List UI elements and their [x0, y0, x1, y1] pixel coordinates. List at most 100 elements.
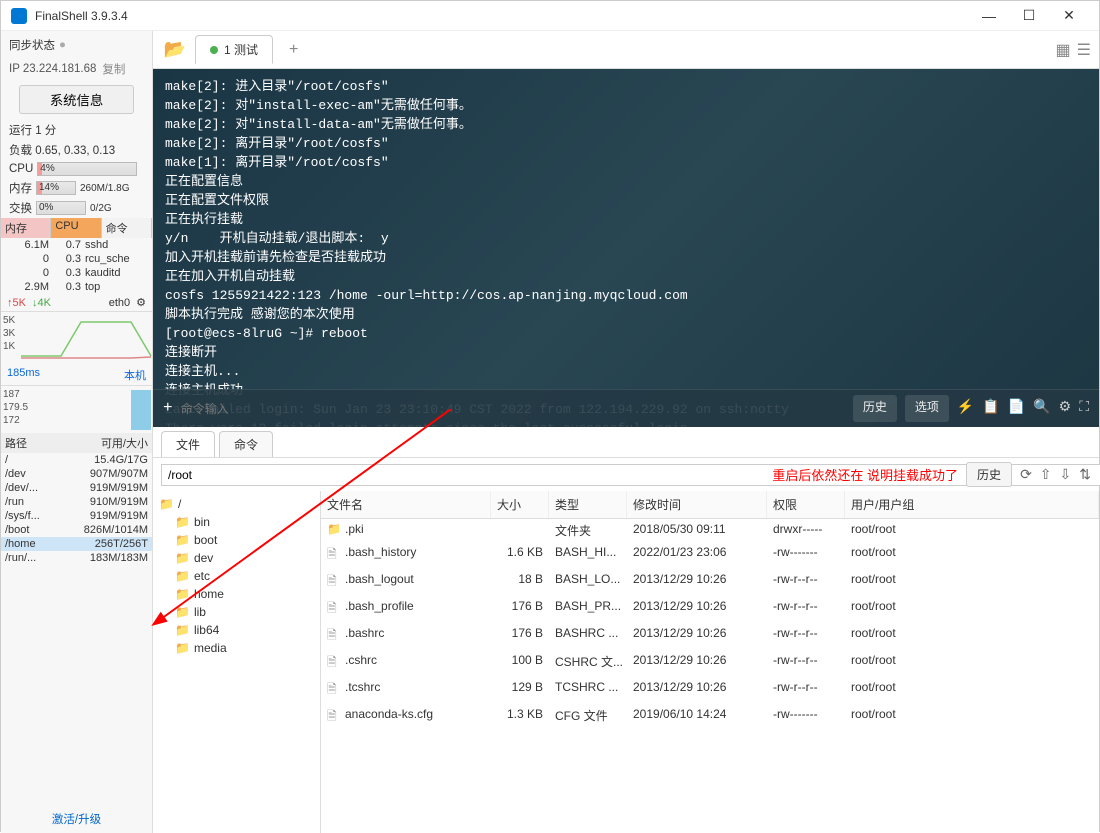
main-panel: 📂 1 测试 + ▦ ☰ make[2]: 进入目录"/root/cosfs"ma…	[153, 31, 1099, 833]
net-settings-icon[interactable]: ⚙	[136, 296, 146, 309]
file-row[interactable]: 🗎.bash_profile176 BBASH_PR...2013/12/29 …	[321, 596, 1099, 623]
file-row[interactable]: 🗎.cshrc100 BCSHRC 文...2013/12/29 10:26-r…	[321, 650, 1099, 677]
tree-node[interactable]: 📁dev	[157, 549, 316, 567]
disk-row[interactable]: /home256T/256T	[1, 537, 152, 551]
file-row[interactable]: 🗎anaconda-ks.cfg1.3 KBCFG 文件2019/06/10 1…	[321, 704, 1099, 731]
disk-row[interactable]: /dev/...919M/919M	[1, 481, 152, 495]
close-button[interactable]: ✕	[1049, 2, 1089, 30]
folder-icon: 📁	[175, 515, 190, 529]
files-tab[interactable]: 文件	[161, 431, 215, 457]
disk-list[interactable]: /15.4G/17G/dev907M/907M/dev/...919M/919M…	[1, 453, 152, 565]
tree-node[interactable]: 📁home	[157, 585, 316, 603]
file-icon: 🗎	[321, 544, 339, 567]
titlebar: FinalShell 3.9.3.4 — ☐ ✕	[1, 1, 1099, 31]
folder-icon: 📁	[175, 551, 190, 565]
folder-icon: 📁	[175, 533, 190, 547]
load-avg: 负载 0.65, 0.33, 0.13	[1, 140, 152, 160]
new-tab-button[interactable]: +	[279, 36, 308, 64]
window-title: FinalShell 3.9.3.4	[35, 9, 969, 23]
paste-icon[interactable]: 📄	[1008, 399, 1025, 418]
grid-view-icon[interactable]: ▦	[1056, 40, 1071, 60]
file-row[interactable]: 🗎.tcshrc129 BTCSHRC ...2013/12/29 10:26-…	[321, 677, 1099, 704]
disk-row[interactable]: /boot826M/1014M	[1, 523, 152, 537]
mem-row: 内存 14% 260M/1.8G	[1, 178, 152, 198]
file-row[interactable]: 📁.pki文件夹2018/05/30 09:11drwxr-----root/r…	[321, 519, 1099, 542]
terminal-toolbar: + 历史 选项 ⚡ 📋 📄 🔍 ⚙ ⛶	[153, 389, 1099, 427]
file-row[interactable]: 🗎.bash_logout18 BBASH_LO...2013/12/29 10…	[321, 569, 1099, 596]
file-icon: 🗎	[321, 625, 339, 648]
file-browser: 📁/ 📁bin📁boot📁dev📁etc📁home📁lib📁lib64📁medi…	[153, 491, 1099, 833]
folder-icon: 📁	[175, 605, 190, 619]
net-row: ↑5K↓4Keth0⚙	[1, 294, 152, 311]
bolt-icon[interactable]: ⚡	[957, 399, 974, 418]
process-row[interactable]: 6.1M0.7sshd	[1, 238, 152, 252]
tree-node[interactable]: 📁lib	[157, 603, 316, 621]
terminal[interactable]: make[2]: 进入目录"/root/cosfs"make[2]: 对"ins…	[153, 69, 1099, 427]
disk-row[interactable]: /sys/f...919M/919M	[1, 509, 152, 523]
folder-icon: 📁	[159, 497, 174, 511]
options-button[interactable]: 选项	[905, 395, 949, 422]
process-row[interactable]: 00.3rcu_sche	[1, 252, 152, 266]
refresh-icon[interactable]: ⟳	[1020, 466, 1032, 483]
process-row[interactable]: 00.3kauditd	[1, 266, 152, 280]
process-table[interactable]: 6.1M0.7sshd00.3rcu_sche00.3kauditd2.9M0.…	[1, 238, 152, 294]
upload-icon[interactable]: ⇧	[1040, 466, 1052, 483]
disk-row[interactable]: /run910M/919M	[1, 495, 152, 509]
tree-node[interactable]: 📁lib64	[157, 621, 316, 639]
folder-icon: 📁	[175, 569, 190, 583]
ping-chart: 187179.5172	[1, 385, 152, 433]
copy-ip[interactable]: 复制	[102, 61, 125, 77]
path-history-button[interactable]: 历史	[966, 462, 1012, 487]
path-row: 重启后依然还在 说明挂载成功了 历史 ⟳ ⇧ ⇩ ⇅	[153, 458, 1099, 491]
app-icon	[11, 8, 27, 24]
search-icon[interactable]: 🔍	[1033, 399, 1050, 418]
folder-icon: 📁	[175, 623, 190, 637]
minimize-button[interactable]: —	[969, 2, 1009, 30]
disk-header: 路径可用/大小	[1, 433, 152, 453]
maximize-button[interactable]: ☐	[1009, 2, 1049, 30]
system-info-button[interactable]: 系统信息	[19, 85, 134, 114]
sync-status: 同步状态 ●	[1, 31, 152, 59]
file-icon: 🗎	[321, 652, 339, 675]
open-folder-button[interactable]: 📂	[161, 36, 189, 64]
tree-root[interactable]: 📁/	[157, 495, 316, 513]
status-dot-icon	[210, 46, 218, 54]
add-command-icon[interactable]: +	[163, 399, 173, 418]
ping-row: 185ms本机	[1, 365, 152, 385]
bottom-tabs: 文件 命令	[153, 427, 1099, 458]
activate-link[interactable]: 激活/升级	[1, 805, 152, 833]
path-input[interactable]	[161, 464, 1100, 486]
net-chart: 5K3K1K	[1, 311, 152, 365]
file-list-header[interactable]: 文件名大小类型修改时间权限用户/用户组	[321, 491, 1099, 519]
tree-node[interactable]: 📁etc	[157, 567, 316, 585]
ip-row: IP 23.224.181.68复制	[1, 59, 152, 79]
transfer-icon[interactable]: ⇅	[1079, 466, 1091, 483]
tab-strip: 📂 1 测试 + ▦ ☰	[153, 31, 1099, 69]
disk-row[interactable]: /dev907M/907M	[1, 467, 152, 481]
download-icon[interactable]: ⇩	[1060, 466, 1072, 483]
command-input[interactable]	[181, 402, 845, 416]
copy-icon[interactable]: 📋	[982, 399, 999, 418]
tree-node[interactable]: 📁media	[157, 639, 316, 657]
tree-node[interactable]: 📁boot	[157, 531, 316, 549]
file-icon: 🗎	[321, 598, 339, 621]
disk-row[interactable]: /15.4G/17G	[1, 453, 152, 467]
process-row[interactable]: 2.9M0.3top	[1, 280, 152, 294]
cpu-row: CPU 4%	[1, 160, 152, 178]
file-row[interactable]: 🗎.bashrc176 BBASHRC ...2013/12/29 10:26-…	[321, 623, 1099, 650]
fullscreen-icon[interactable]: ⛶	[1079, 399, 1089, 418]
file-icon: 🗎	[321, 679, 339, 702]
folder-icon: 📁	[175, 587, 190, 601]
settings-icon[interactable]: ⚙	[1059, 399, 1072, 418]
file-row[interactable]: 🗎.bash_history1.6 KBBASH_HI...2022/01/23…	[321, 542, 1099, 569]
session-tab[interactable]: 1 测试	[195, 35, 273, 64]
file-icon: 🗎	[321, 706, 339, 729]
commands-tab[interactable]: 命令	[219, 431, 273, 457]
disk-row[interactable]: /run/...183M/183M	[1, 551, 152, 565]
list-view-icon[interactable]: ☰	[1077, 40, 1091, 60]
uptime: 运行 1 分	[1, 120, 152, 140]
tree-node[interactable]: 📁bin	[157, 513, 316, 531]
folder-tree[interactable]: 📁/ 📁bin📁boot📁dev📁etc📁home📁lib📁lib64📁medi…	[153, 491, 321, 833]
history-button[interactable]: 历史	[853, 395, 897, 422]
file-list[interactable]: 文件名大小类型修改时间权限用户/用户组 📁.pki文件夹2018/05/30 0…	[321, 491, 1099, 833]
